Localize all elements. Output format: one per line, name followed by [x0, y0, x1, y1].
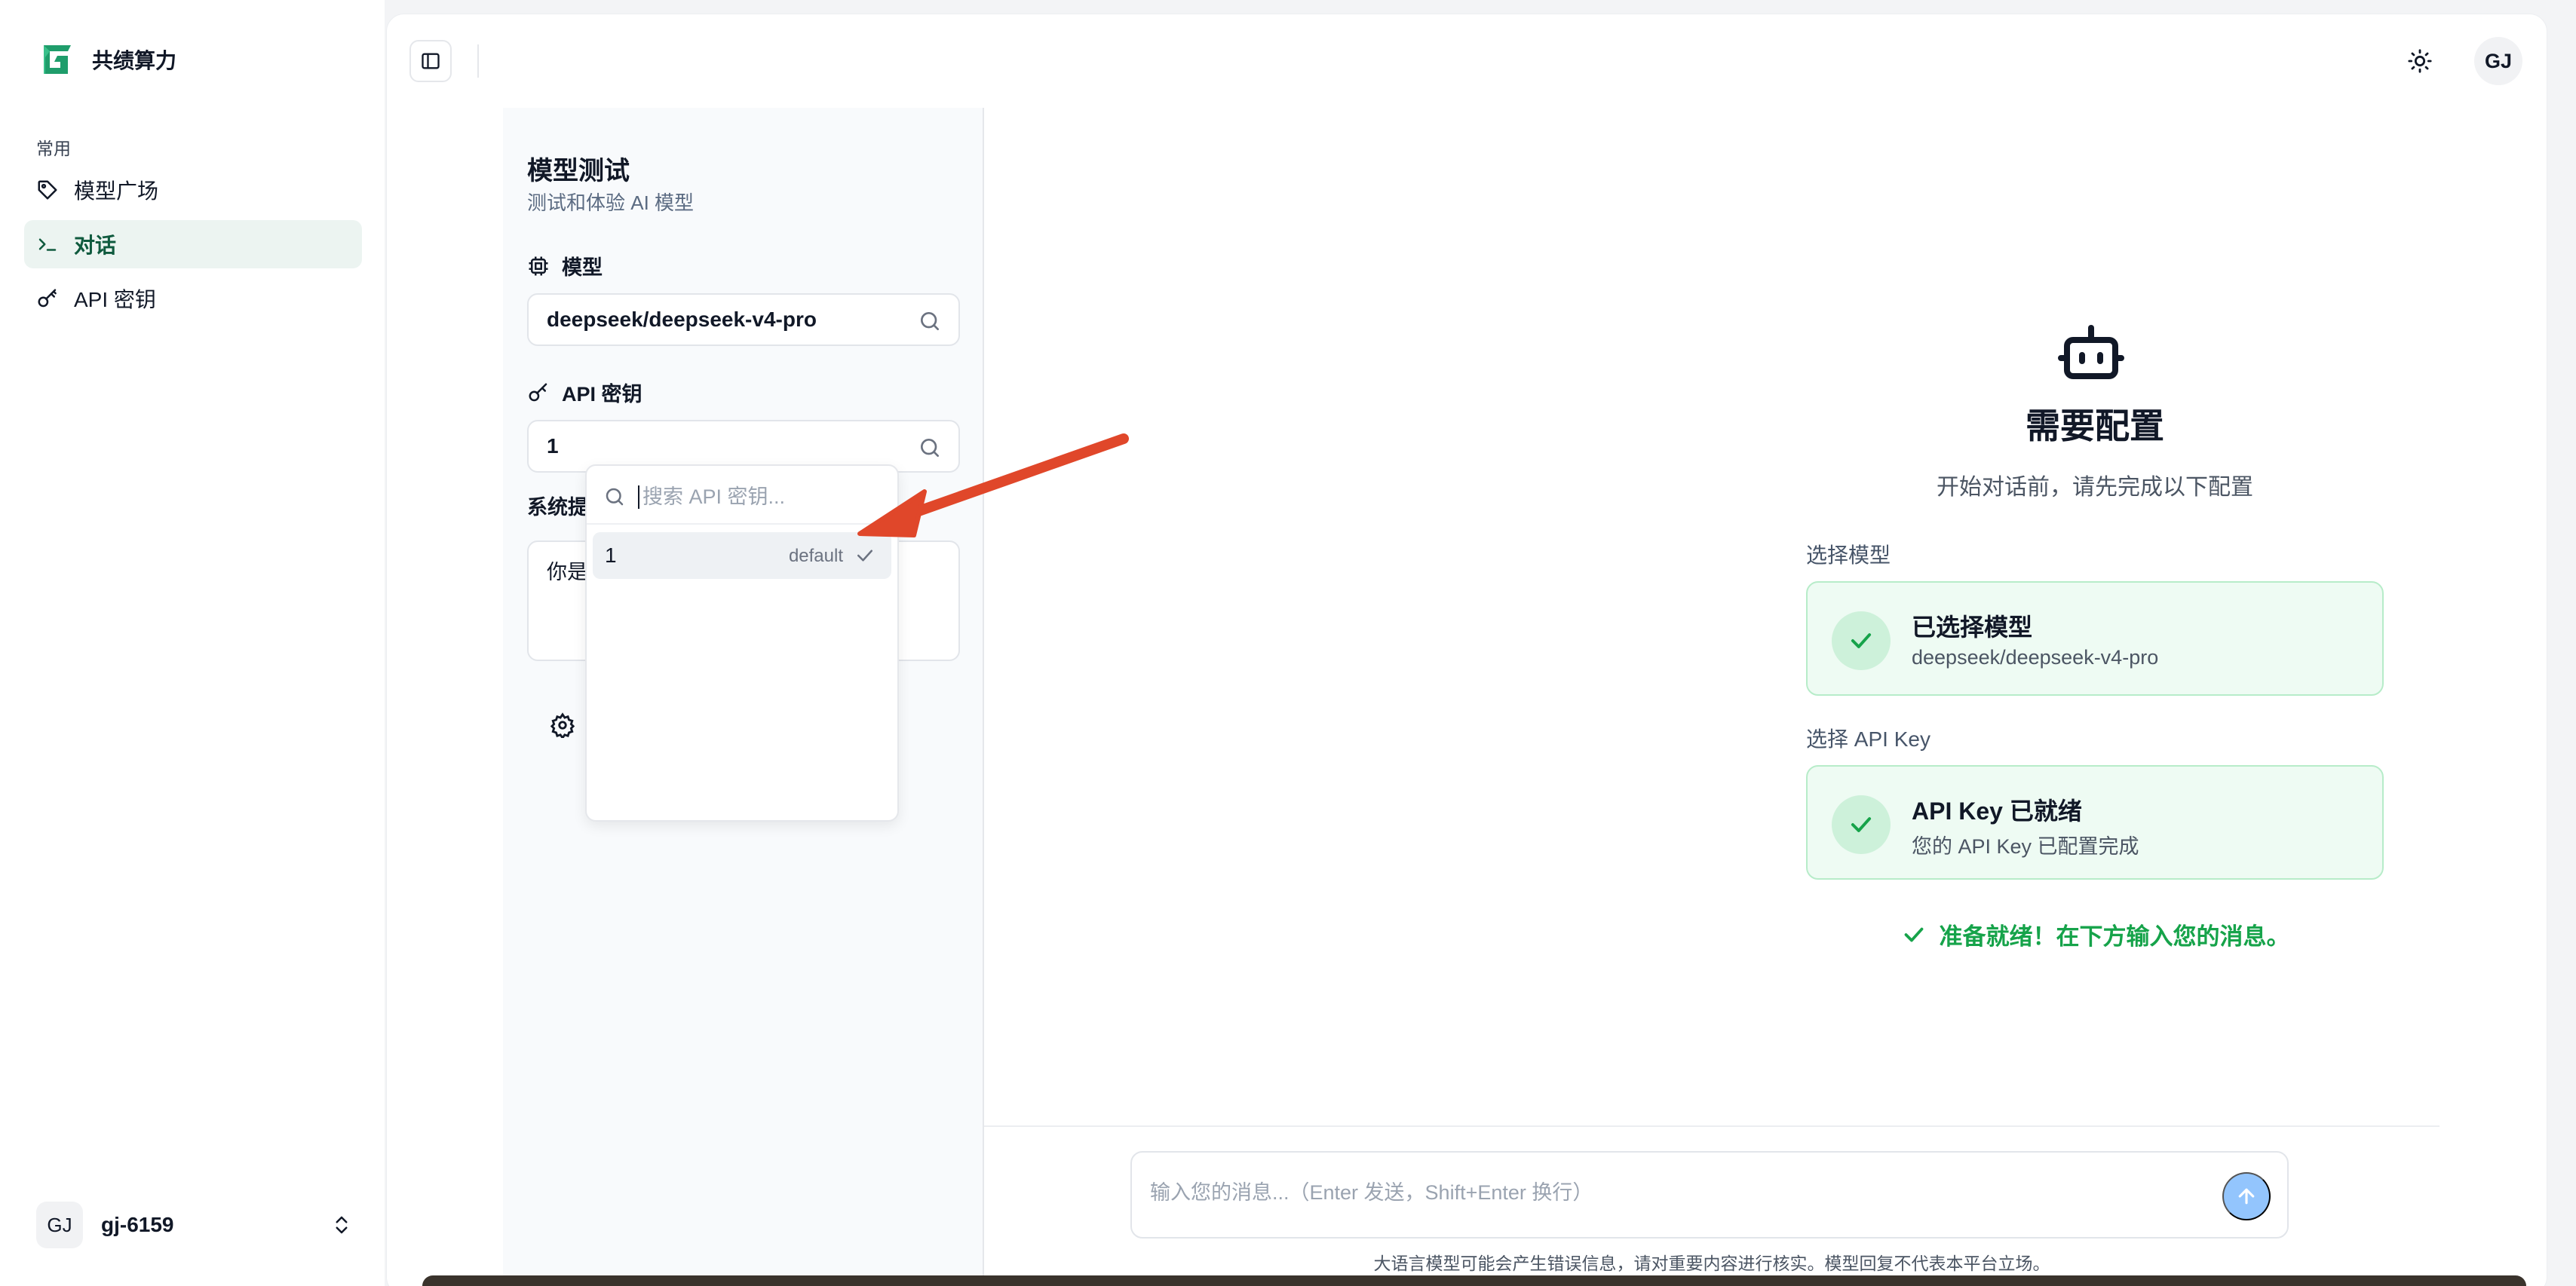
disclaimer: 大语言模型可能会产生错误信息，请对重要内容进行核实。模型回复不代表本平台立场。	[1373, 1254, 2050, 1273]
system-prompt-label: 系统提	[527, 496, 588, 519]
toggle-sidebar-button[interactable]	[409, 40, 452, 82]
user-name: gj-6159	[101, 1213, 174, 1236]
api-key-label: API 密钥	[527, 378, 642, 407]
header-avatar[interactable]: GJ	[2474, 37, 2522, 85]
sidebar-nav: 模型广场 对话 API 密钥	[24, 166, 362, 329]
terminal-icon	[38, 238, 57, 251]
sidebar: 共绩算力 常用 模型广场 对话 API 密钥 GJ gj-6159	[0, 0, 385, 1286]
model-select-value: deepseek/deepseek-v4-pro	[547, 308, 817, 331]
sidebar-item-label: 对话	[74, 234, 117, 257]
card-title: API Key 已就绪	[1912, 798, 2082, 825]
option-tag: default	[788, 546, 843, 566]
search-icon	[606, 488, 624, 506]
search-icon	[921, 439, 939, 457]
bot-icon	[2058, 325, 2124, 379]
model-label: 模型	[527, 251, 603, 280]
setup-title: 需要配置	[2026, 406, 2164, 446]
composer-divider	[984, 1125, 2440, 1127]
check-icon	[1851, 817, 1872, 832]
toolbar-divider	[477, 44, 479, 78]
check-icon	[1904, 927, 1923, 942]
step-api-key-label: 选择 API Key	[1806, 727, 1930, 751]
nav-section-label: 常用	[36, 139, 71, 158]
window-edge	[422, 1275, 2526, 1286]
api-key-label-text: API 密钥	[562, 383, 642, 406]
api-key-search-input[interactable]	[638, 485, 864, 509]
api-key-select-value: 1	[547, 434, 559, 458]
option-label: 1	[605, 543, 617, 567]
api-key-dropdown: 1 default	[585, 464, 899, 822]
sidebar-toggle-icon	[422, 53, 440, 69]
sidebar-item-chat[interactable]: 对话	[24, 220, 362, 268]
user-menu[interactable]: GJ gj-6159	[36, 1200, 353, 1250]
settings-icon[interactable]	[550, 712, 575, 738]
message-input[interactable]	[1150, 1181, 2206, 1205]
model-status-card: 已选择模型 deepseek/deepseek-v4-pro	[1806, 581, 2384, 696]
model-label-text: 模型	[562, 256, 603, 279]
step-model-label: 选择模型	[1806, 543, 1891, 567]
search-icon	[921, 312, 939, 330]
check-icon	[857, 550, 872, 562]
dropdown-divider	[587, 523, 897, 525]
sidebar-item-api-keys[interactable]: API 密钥	[24, 274, 362, 323]
api-key-option[interactable]: 1 default	[593, 532, 891, 579]
brand-logo-icon	[44, 45, 71, 74]
chevrons-up-down-icon	[336, 1216, 348, 1234]
card-subtitle: 您的 API Key 已配置完成	[1912, 835, 2139, 858]
check-badge	[1832, 795, 1891, 854]
sidebar-item-model-square[interactable]: 模型广场	[24, 166, 362, 214]
send-button[interactable]	[2222, 1172, 2271, 1220]
cpu-icon	[529, 256, 548, 275]
brand[interactable]: 共绩算力	[38, 41, 176, 78]
check-icon	[1851, 633, 1872, 648]
panel-title: 模型测试	[527, 157, 630, 185]
sun-icon	[2408, 49, 2432, 73]
theme-toggle-button[interactable]	[2403, 44, 2436, 78]
tag-icon	[38, 180, 57, 200]
card-subtitle: deepseek/deepseek-v4-pro	[1912, 646, 2159, 669]
ready-message: 准备就绪！在下方输入您的消息。	[1805, 917, 2385, 951]
setup-subtitle: 开始对话前，请先完成以下配置	[1937, 475, 2253, 500]
dropdown-search	[603, 478, 884, 516]
card-title: 已选择模型	[1912, 614, 2033, 641]
message-composer	[1130, 1151, 2289, 1239]
avatar: GJ	[36, 1202, 83, 1248]
sidebar-item-label: API 密钥	[74, 288, 156, 311]
panel-subtitle: 测试和体验 AI 模型	[527, 191, 695, 214]
ready-text: 准备就绪！在下方输入您的消息。	[1939, 923, 2290, 950]
key-icon	[38, 289, 57, 308]
key-icon	[529, 383, 547, 401]
sidebar-item-label: 模型广场	[74, 179, 159, 203]
check-badge	[1832, 611, 1891, 670]
api-key-status-card: API Key 已就绪 您的 API Key 已配置完成	[1806, 765, 2384, 880]
model-select[interactable]: deepseek/deepseek-v4-pro	[527, 293, 960, 346]
brand-name: 共绩算力	[92, 49, 177, 72]
arrow-up-icon	[2238, 1188, 2255, 1205]
